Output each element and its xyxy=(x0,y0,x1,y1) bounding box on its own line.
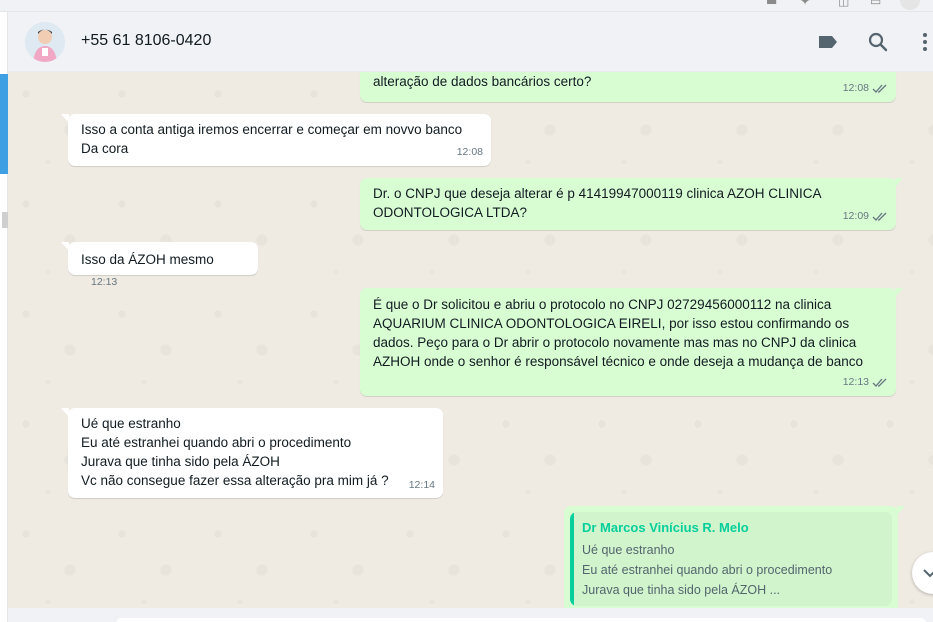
message-text: Dr. o CNPJ que deseja alterar é p 414199… xyxy=(373,186,822,220)
label-icon[interactable] xyxy=(816,30,840,54)
message-input[interactable] xyxy=(116,618,926,622)
message-incoming[interactable]: Ué que estranho Eu até estranhei quando … xyxy=(61,408,443,498)
left-panel-accent xyxy=(0,74,8,174)
message-time: 12:09 xyxy=(842,210,869,222)
double-check-icon xyxy=(872,378,887,387)
window-minimize-icon[interactable]: ▬ xyxy=(766,0,777,8)
bubble-tail xyxy=(895,288,903,297)
contact-name[interactable]: +55 61 8106-0420 xyxy=(81,32,211,50)
scroll-down-button[interactable] xyxy=(912,552,933,594)
message-text: Ué que estranho Eu até estranhei quando … xyxy=(81,416,389,488)
message-time: 12:13 xyxy=(91,276,118,288)
message-meta: 12:08 xyxy=(457,143,483,162)
quote-accent-bar xyxy=(570,512,574,606)
message-meta: 12:09 xyxy=(843,207,888,226)
message-meta: 12:08 xyxy=(843,79,888,98)
profile-dot-icon[interactable] xyxy=(900,0,920,10)
message-incoming[interactable]: Isso a conta antiga iremos encerrar e co… xyxy=(61,114,491,166)
bubble-tail xyxy=(61,242,69,251)
window-extension-icon[interactable]: ✦ xyxy=(800,0,810,8)
message-time: 12:08 xyxy=(842,82,869,94)
quote-author: Dr Marcos Vinícius R. Melo xyxy=(582,520,749,535)
chat-header: +55 61 8106-0420 xyxy=(8,12,933,72)
left-panel-edge xyxy=(0,12,8,622)
message-outgoing[interactable]: É que o Dr solicitou e abriu o protocolo… xyxy=(360,288,903,396)
double-check-icon xyxy=(872,84,887,93)
contact-avatar[interactable] xyxy=(25,22,65,62)
bubble-tail xyxy=(61,408,69,417)
message-outgoing[interactable]: alteração de dados bancários certo? 12:0… xyxy=(360,72,896,102)
window-restore-icon[interactable]: ▭ xyxy=(870,0,881,8)
double-check-icon xyxy=(872,212,887,221)
message-time: 12:13 xyxy=(842,376,869,388)
message-incoming[interactable]: Isso da ÁZOH mesmo 12:13 xyxy=(61,242,258,288)
quoted-message[interactable]: Dr Marcos Vinícius R. Melo Ué que estran… xyxy=(570,512,892,606)
message-text: É que o Dr solicitou e abriu o protocolo… xyxy=(373,297,864,369)
quote-text: Ué que estranho Eu até estranhei quando … xyxy=(582,543,833,597)
message-text: Isso a conta antiga iremos encerrar e co… xyxy=(81,122,463,156)
bubble-tail xyxy=(61,114,69,123)
bubble-tail xyxy=(895,178,903,187)
composer-bar xyxy=(8,608,933,622)
chat-messages-area[interactable]: alteração de dados bancários certo? 12:0… xyxy=(8,72,933,608)
message-meta: 12:13 xyxy=(843,373,888,392)
chevron-down-icon xyxy=(923,569,933,578)
bubble-tail xyxy=(897,506,905,515)
message-meta: 12:13 xyxy=(91,273,117,292)
window-tab-icon[interactable]: ◫ xyxy=(838,0,849,8)
window-top-strip: ▬ ✦ ◫ ▭ xyxy=(0,0,933,12)
message-text: Isso da ÁZOH mesmo xyxy=(81,252,214,267)
avatar-image-icon xyxy=(25,22,65,62)
message-outgoing[interactable]: Dr. o CNPJ que deseja alterar é p 414199… xyxy=(360,178,903,230)
message-text: alteração de dados bancários certo? xyxy=(373,74,592,89)
message-time: 12:14 xyxy=(408,479,435,491)
menu-icon[interactable] xyxy=(920,30,930,54)
message-time: 12:08 xyxy=(456,146,483,158)
message-meta: 12:14 xyxy=(409,476,435,495)
search-icon[interactable] xyxy=(866,30,890,54)
